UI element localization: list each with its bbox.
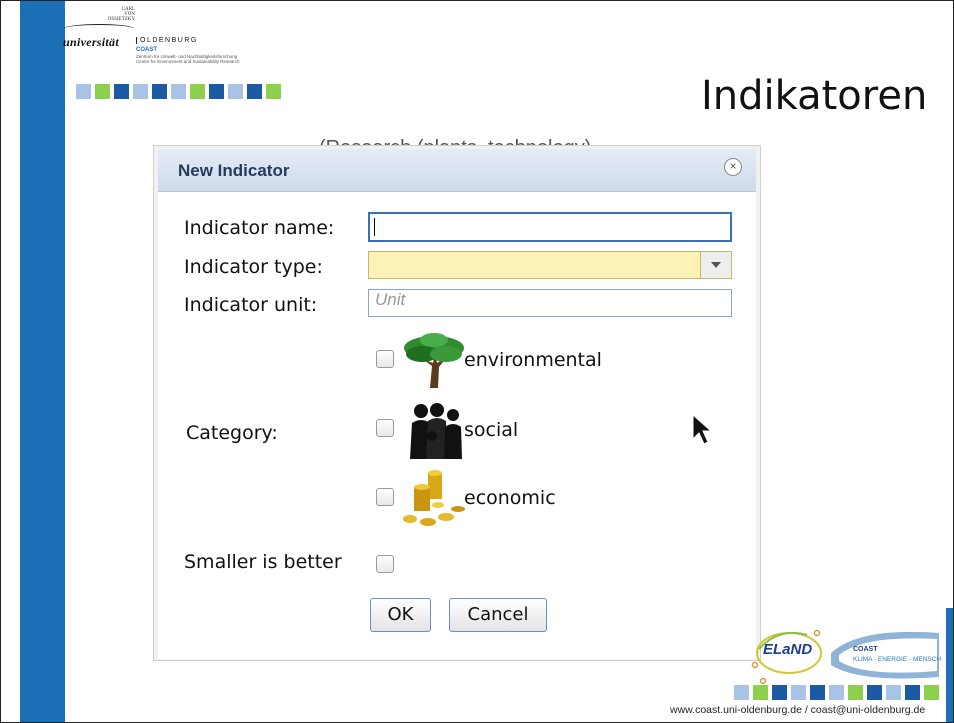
indicator-type-select[interactable]	[368, 251, 732, 279]
category-economic-label: economic	[464, 487, 556, 509]
category-label: Category:	[186, 422, 278, 444]
slide-title: Indikatoren	[701, 73, 928, 119]
tree-icon	[404, 333, 464, 388]
coins-icon	[403, 470, 465, 526]
strip-square	[772, 685, 787, 700]
smaller-is-better-label: Smaller is better	[184, 551, 342, 573]
text-caret	[374, 218, 375, 236]
logo-arc	[63, 24, 135, 34]
left-sidebar-bar	[20, 1, 65, 722]
strip-square	[848, 685, 863, 700]
strip-square	[247, 84, 262, 99]
strip-square	[171, 84, 186, 99]
strip-square	[791, 685, 806, 700]
category-social-label: social	[464, 419, 519, 441]
dialog-header[interactable]: New Indicator ×	[158, 149, 756, 192]
logo-oldenburg: OLDENBURG	[136, 37, 198, 44]
logo-line-ossietzky: OSSIETZKY	[107, 17, 135, 22]
strip-square	[114, 84, 129, 99]
category-environmental-label: environmental	[464, 349, 602, 371]
strip-square	[95, 84, 110, 99]
strip-square	[905, 685, 920, 700]
category-social-checkbox[interactable]	[376, 419, 394, 437]
indicator-name-label: Indicator name:	[184, 217, 335, 239]
strip-square	[886, 685, 901, 700]
logo-universitaet: universität	[63, 35, 119, 49]
strip-square	[190, 84, 205, 99]
coast-badge-text: COAST	[853, 646, 878, 653]
right-sidebar-bar	[946, 608, 953, 722]
category-economic-checkbox[interactable]	[376, 488, 394, 506]
header-square-strip	[76, 84, 281, 99]
indicator-name-input[interactable]	[368, 212, 732, 242]
indicator-unit-placeholder: Unit	[375, 290, 406, 309]
partner-logos: ELaND COAST KLIMA - ENERGIE - MENSCH	[749, 621, 945, 691]
university-logo: CARL VON OSSIETZKY universität OLDENBURG…	[63, 7, 303, 77]
strip-square	[228, 84, 243, 99]
slide: CARL VON OSSIETZKY universität OLDENBURG…	[0, 0, 954, 723]
ok-button[interactable]: OK	[370, 598, 431, 632]
coast-badge-tagline: KLIMA - ENERGIE - MENSCH	[853, 656, 942, 663]
cancel-button[interactable]: Cancel	[449, 598, 547, 632]
eland-logo-text: ELaND	[763, 641, 813, 658]
footer-square-strip	[734, 685, 939, 700]
strip-square	[810, 685, 825, 700]
indicator-type-label: Indicator type:	[184, 256, 323, 278]
people-icon	[410, 403, 462, 459]
mouse-cursor-icon	[692, 413, 713, 445]
logo-coast-sub-en: Centre for Environment and Sustainabilit…	[136, 59, 240, 64]
footer-url[interactable]: www.coast.uni-oldenburg.de / coast@uni-o…	[670, 704, 925, 716]
strip-square	[209, 84, 224, 99]
logo-small-text: CARL VON OSSIETZKY	[63, 7, 135, 22]
strip-square	[734, 685, 749, 700]
strip-square	[867, 685, 882, 700]
strip-square	[152, 84, 167, 99]
indicator-unit-input[interactable]: Unit	[368, 289, 732, 317]
strip-square	[829, 685, 844, 700]
indicator-unit-label: Indicator unit:	[184, 294, 318, 316]
strip-square	[266, 84, 281, 99]
strip-square	[76, 84, 91, 99]
smaller-is-better-checkbox[interactable]	[376, 555, 394, 573]
strip-square	[753, 685, 768, 700]
new-indicator-dialog: New Indicator × Indicator name: Indicato…	[158, 149, 756, 659]
dialog-title: New Indicator	[178, 161, 290, 180]
close-icon[interactable]: ×	[724, 158, 742, 176]
category-environmental-checkbox[interactable]	[376, 350, 394, 368]
strip-square	[924, 685, 939, 700]
logo-coast-sub: Zentrum für Umwelt- und Nachhaltigkeitsf…	[136, 54, 306, 64]
chevron-down-icon[interactable]	[700, 252, 731, 278]
strip-square	[133, 84, 148, 99]
logo-coast: COAST	[136, 47, 157, 53]
